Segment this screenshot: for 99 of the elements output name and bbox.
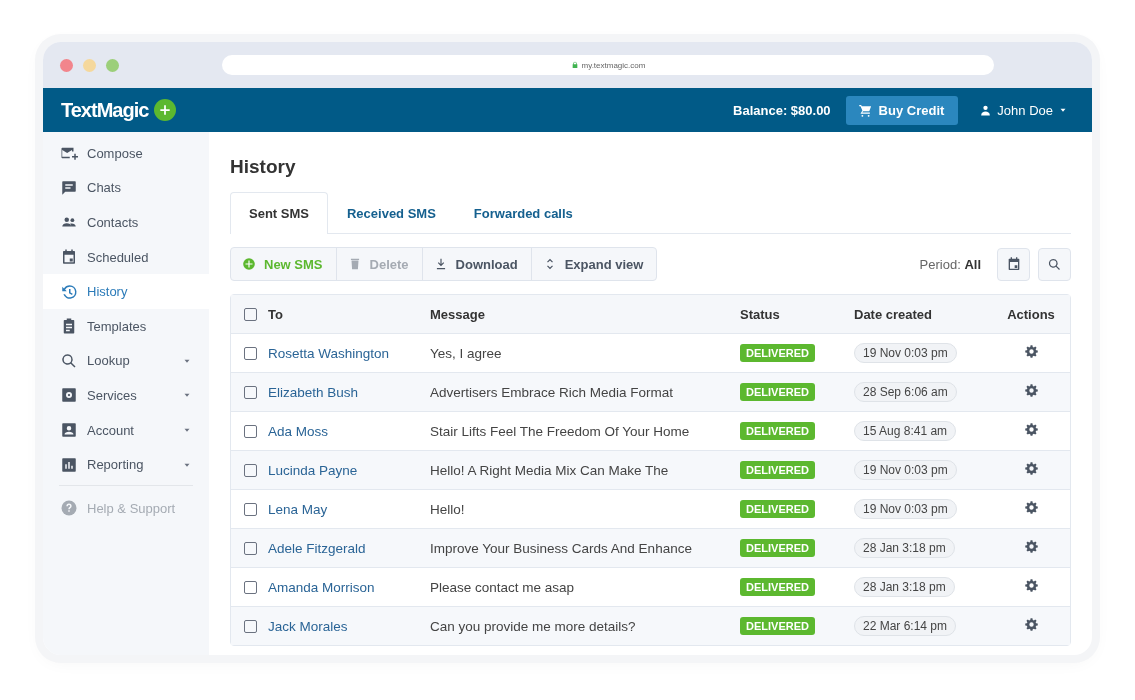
settings-icon	[1023, 500, 1039, 515]
date-pill: 28 Jan 3:18 pm	[854, 577, 955, 597]
message-text: Hello! A Right Media Mix Can Make The	[430, 462, 669, 478]
cart-icon	[857, 102, 873, 118]
page-title: History	[230, 156, 297, 178]
date-pill: 19 Nov 0:03 pm	[854, 460, 957, 480]
status-badge: DELIVERED	[740, 539, 815, 557]
help-icon	[60, 499, 78, 518]
balance-text: Balance: $80.00	[733, 102, 831, 118]
person-card-icon	[60, 421, 78, 440]
message-text: Hello!	[430, 501, 465, 517]
row-checkbox[interactable]	[244, 619, 257, 633]
bar-chart-icon	[60, 455, 78, 474]
row-checkbox[interactable]	[244, 346, 257, 360]
row-checkbox[interactable]	[244, 580, 257, 594]
user-menu[interactable]: John Doe	[973, 101, 1074, 119]
message-text: Stair Lifts Feel The Freedom Of Your Home	[430, 423, 690, 439]
settings-button[interactable]	[1023, 422, 1039, 437]
sidebar-item[interactable]: Services	[43, 378, 209, 413]
column-header: To	[268, 306, 283, 322]
person-icon	[979, 103, 993, 117]
date-pill: 22 Mar 6:14 pm	[854, 616, 957, 636]
status-badge: DELIVERED	[740, 422, 815, 440]
row-checkbox[interactable]	[244, 424, 257, 438]
sidebar-item[interactable]: Templates	[43, 308, 209, 344]
row-checkbox[interactable]	[244, 463, 257, 477]
toolbar-button[interactable]: Expand view	[530, 248, 657, 280]
address-bar[interactable]: my.textmagic.com	[222, 55, 994, 75]
sidebar-item[interactable]: Reporting	[43, 447, 209, 482]
status-badge: DELIVERED	[740, 383, 815, 401]
period-filter[interactable]: Period: All	[919, 256, 981, 272]
status-badge: DELIVERED	[740, 578, 815, 596]
search-icon	[1047, 256, 1062, 272]
tab[interactable]: Sent SMS	[230, 192, 328, 234]
sidebar-item[interactable]: Chats	[43, 170, 209, 206]
sidebar-item[interactable]: Lookup	[43, 343, 209, 379]
select-all-checkbox[interactable]	[244, 307, 257, 321]
settings-icon	[1023, 344, 1039, 359]
search-button[interactable]	[1038, 247, 1071, 281]
chat-icon	[60, 178, 78, 197]
date-pill: 28 Sep 6:06 am	[854, 382, 957, 402]
date-pill: 19 Nov 0:03 pm	[854, 499, 957, 519]
column-header: Actions	[1007, 306, 1055, 322]
close-window-dot[interactable]	[60, 58, 73, 72]
settings-icon	[1023, 383, 1039, 398]
settings-icon	[1023, 422, 1039, 437]
lock-icon	[570, 61, 579, 69]
column-header: Message	[430, 306, 485, 322]
settings-button[interactable]	[1023, 539, 1039, 554]
status-badge: DELIVERED	[740, 500, 815, 518]
status-badge: DELIVERED	[740, 344, 815, 362]
settings-button[interactable]	[1023, 500, 1039, 515]
message-text: Can you provide me more details?	[430, 618, 636, 634]
sidebar-item[interactable]: Contacts	[43, 205, 209, 240]
sidebar-item[interactable]: Scheduled	[43, 239, 209, 275]
settings-icon	[1023, 578, 1039, 593]
message-text: Please contact me asap	[430, 579, 575, 595]
tab[interactable]: Received SMS	[327, 192, 455, 233]
settings-icon	[1023, 461, 1039, 476]
sidebar-item[interactable]: Account	[43, 412, 209, 448]
settings-button[interactable]	[1023, 344, 1039, 359]
row-checkbox[interactable]	[244, 541, 257, 555]
buy-credit-button[interactable]: Buy Credit	[845, 95, 959, 125]
message-text: Improve Your Business Cards And Enhance	[430, 540, 692, 556]
maximize-window-dot[interactable]	[106, 58, 119, 72]
contact-link[interactable]: Ada Moss	[268, 423, 329, 439]
settings-button[interactable]	[1023, 461, 1039, 476]
date-pill: 15 Aug 8:41 am	[854, 421, 957, 441]
message-text: Advertisers Embrace Rich Media Format	[430, 384, 674, 400]
row-checkbox[interactable]	[244, 385, 257, 399]
toolbar-button[interactable]: Download	[421, 248, 531, 280]
calendar-icon	[60, 248, 78, 267]
column-header: Date created	[854, 306, 933, 322]
sidebar-item[interactable]: History	[43, 274, 209, 309]
status-badge: DELIVERED	[740, 461, 815, 479]
status-badge: DELIVERED	[740, 617, 815, 635]
add-button[interactable]	[154, 99, 177, 121]
date-pill: 28 Jan 3:18 pm	[854, 538, 955, 558]
message-text: Yes, I agree	[430, 345, 502, 361]
search-icon	[60, 351, 78, 370]
contact-link[interactable]: Amanda Morrison	[268, 579, 375, 595]
plus-circle-icon	[242, 257, 256, 271]
plus-icon	[158, 103, 173, 117]
date-pill: 19 Nov 0:03 pm	[854, 343, 957, 363]
settings-icon	[1023, 539, 1039, 554]
contact-link[interactable]: Lena May	[268, 501, 328, 517]
column-header: Status	[740, 306, 780, 322]
contact-link[interactable]: Rosetta Washington	[268, 345, 390, 361]
settings-icon	[1023, 617, 1039, 632]
calendar-button[interactable]	[997, 247, 1030, 281]
settings-button[interactable]	[1023, 383, 1039, 398]
row-checkbox[interactable]	[244, 502, 257, 516]
minimize-window-dot[interactable]	[83, 58, 96, 72]
sidebar-item[interactable]: Compose	[43, 136, 209, 171]
settings-button[interactable]	[1023, 617, 1039, 632]
history-icon	[60, 282, 78, 301]
settings-button[interactable]	[1023, 578, 1039, 593]
tab[interactable]: Forwarded calls	[454, 192, 592, 233]
logo[interactable]: TextMagic	[61, 98, 149, 122]
